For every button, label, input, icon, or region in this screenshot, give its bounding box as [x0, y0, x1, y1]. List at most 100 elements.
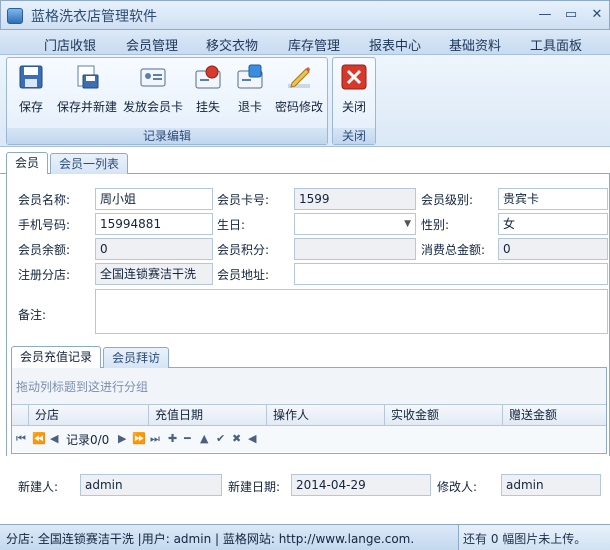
points-label: 会员积分:	[217, 243, 270, 257]
name-label: 会员名称:	[18, 193, 71, 207]
card-no-label: 会员卡号:	[217, 193, 270, 207]
status-bar: 分店: 全国连锁赛洁干洗 |用户: admin | 蓝格网站: http://w…	[0, 524, 610, 550]
birthday-picker[interactable]: ▼	[294, 213, 416, 235]
floppy-disk-icon	[19, 65, 43, 89]
tab-member-list[interactable]: 会员一列表	[50, 153, 129, 174]
menu-cashier[interactable]: 门店收银	[44, 35, 96, 54]
first-page-icon[interactable]: ⏮	[16, 432, 26, 446]
sub-tabs: 会员充值记录 会员拜访	[11, 346, 607, 368]
total-spend-field[interactable]: 0	[498, 238, 608, 260]
return-card-icon	[237, 64, 263, 89]
app-icon	[7, 8, 23, 24]
change-password-button[interactable]: 密码修改	[273, 64, 325, 124]
scroll-left-icon[interactable]: ◀	[248, 432, 256, 445]
prev-page-icon[interactable]: ⏪	[32, 432, 46, 445]
close-icon	[341, 64, 367, 90]
return-card-button[interactable]: 退卡	[233, 64, 267, 124]
branch-field[interactable]: 全国连锁赛洁干洗	[95, 263, 213, 285]
column-header-branch[interactable]: 分店	[28, 405, 148, 426]
phone-label: 手机号码:	[18, 218, 71, 232]
menu-reports[interactable]: 报表中心	[369, 35, 421, 54]
record-counter: 记录0/0	[66, 433, 110, 447]
created-date-field[interactable]: 2014-04-29	[291, 474, 431, 496]
gender-label: 性别:	[421, 218, 450, 232]
change-password-label: 密码修改	[274, 100, 323, 114]
close-button[interactable]: 关闭	[337, 64, 371, 124]
window-title: 蓝格洗衣店管理软件	[31, 9, 157, 25]
phone-field[interactable]: 15994881	[95, 213, 213, 235]
close-window-button[interactable]: ✕	[585, 5, 609, 25]
menu-members[interactable]: 会员管理	[126, 35, 178, 54]
address-field[interactable]	[294, 263, 608, 285]
modifier-label: 修改人:	[437, 480, 478, 494]
group-by-hint[interactable]: 拖动列标题到这进行分组	[12, 368, 606, 404]
points-field[interactable]	[294, 238, 416, 260]
cancel-edit-icon[interactable]: ✖	[232, 432, 241, 445]
address-label: 会员地址:	[217, 268, 270, 282]
report-loss-button[interactable]: 挂失	[191, 64, 225, 124]
level-value: 贵宾卡	[503, 192, 540, 206]
tab-member-visits[interactable]: 会员拜访	[103, 347, 170, 368]
recharge-grid: 拖动列标题到这进行分组 分店 充值日期 操作人 实收金额 赠送金额 ⏮ ⏪ ◀ …	[11, 368, 607, 454]
modifier-field[interactable]: admin	[501, 474, 601, 496]
creator-field[interactable]: admin	[80, 474, 222, 496]
next-page-icon[interactable]: ⏩	[132, 432, 146, 445]
last-page-icon[interactable]: ⏭	[150, 432, 160, 446]
note-label: 备注:	[18, 308, 47, 322]
add-record-icon[interactable]: ✚	[168, 432, 177, 445]
confirm-edit-icon[interactable]: ✔	[216, 432, 225, 445]
gender-select[interactable]: 女	[498, 213, 608, 235]
status-info: 分店: 全国连锁赛洁干洗 |用户: admin | 蓝格网站: http://w…	[6, 532, 415, 546]
branch-label: 注册分店:	[18, 268, 71, 282]
member-card-icon	[140, 68, 166, 87]
issue-card-button[interactable]: 发放会员卡	[121, 64, 185, 124]
note-textarea[interactable]	[95, 289, 608, 334]
save-and-new-button[interactable]: 保存并新建	[55, 64, 119, 124]
card-no-field[interactable]: 1599	[294, 188, 416, 210]
name-field[interactable]: 周小姐	[95, 188, 213, 210]
column-header-operator[interactable]: 操作人	[266, 405, 384, 426]
column-header-recharge-date[interactable]: 充值日期	[148, 405, 266, 426]
return-card-label: 退卡	[237, 100, 262, 114]
menu-bar: 门店收银 会员管理 移交衣物 库存管理 报表中心 基础资料 工具面板	[0, 30, 610, 55]
pencil-icon	[288, 67, 310, 88]
save-and-new-label: 保存并新建	[56, 100, 117, 114]
record-edit-group: 保存 保存并新建 发放会员卡 挂失 退卡 密码修改 记录编辑	[6, 57, 328, 145]
ribbon: 保存 保存并新建 发放会员卡 挂失 退卡 密码修改 记录编辑 关闭 关闭	[0, 55, 610, 147]
column-header-received-amount[interactable]: 实收金额	[384, 405, 502, 426]
member-panel: 会员名称: 周小姐 会员卡号: 1599 会员级别: 贵宾卡 手机号码: 159…	[6, 174, 610, 456]
balance-field[interactable]: 0	[95, 238, 213, 260]
issue-card-label: 发放会员卡	[122, 100, 183, 114]
save-new-icon	[77, 65, 99, 89]
maximize-button[interactable]: ▭	[559, 5, 583, 25]
column-header-bonus-amount[interactable]: 赠送金额	[502, 405, 606, 426]
gender-value: 女	[503, 217, 516, 231]
created-date-label: 新建日期:	[228, 480, 281, 494]
dropdown-arrow-icon[interactable]: ▼	[404, 214, 411, 234]
menu-tools[interactable]: 工具面板	[530, 35, 582, 54]
edit-record-icon[interactable]: ▲	[200, 432, 208, 445]
next-record-icon[interactable]: ▶	[118, 432, 126, 445]
close-label: 关闭	[341, 100, 366, 114]
minimize-button[interactable]: —	[533, 5, 557, 25]
prev-record-icon[interactable]: ◀	[50, 432, 58, 445]
lost-card-icon	[195, 65, 221, 89]
record-edit-group-label: 记录编辑	[7, 128, 327, 144]
report-loss-label: 挂失	[195, 100, 220, 114]
close-group: 关闭 关闭	[332, 57, 376, 145]
birthday-label: 生日:	[217, 218, 246, 232]
delete-record-icon[interactable]: ━	[184, 432, 191, 445]
menu-base-data[interactable]: 基础资料	[449, 35, 501, 54]
balance-label: 会员余额:	[18, 243, 71, 257]
level-select[interactable]: 贵宾卡	[498, 188, 608, 210]
grid-header: 分店 充值日期 操作人 实收金额 赠送金额	[12, 404, 606, 426]
title-bar: 蓝格洗衣店管理软件 — ▭ ✕	[0, 0, 610, 30]
save-button[interactable]: 保存	[11, 64, 51, 124]
creator-label: 新建人:	[18, 480, 59, 494]
menu-transfer[interactable]: 移交衣物	[206, 35, 258, 54]
close-group-label: 关闭	[333, 128, 375, 144]
tab-recharge-records[interactable]: 会员充值记录	[11, 346, 102, 368]
main-tabs: 会员 会员一列表	[0, 151, 610, 175]
menu-inventory[interactable]: 库存管理	[288, 35, 340, 54]
tab-member[interactable]: 会员	[6, 152, 49, 175]
